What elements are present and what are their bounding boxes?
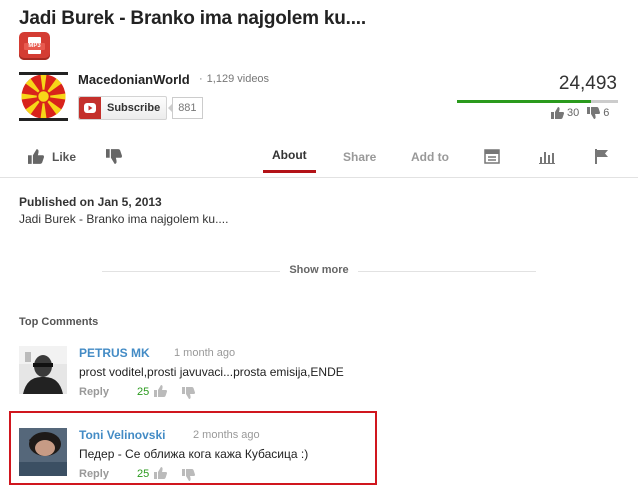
transcript-button[interactable] (484, 140, 500, 173)
macedonian-flag-icon (19, 75, 68, 118)
subscribe-label: Subscribe (107, 102, 161, 114)
top-comments-heading: Top Comments (19, 316, 99, 328)
report-button[interactable] (594, 140, 610, 173)
video-count-text: 1,129 videos (206, 73, 270, 85)
thumb-down-icon (106, 149, 122, 164)
tab-add-to[interactable]: Add to (411, 140, 449, 173)
comment-dislike-button[interactable] (182, 386, 195, 404)
subscribe-group: Subscribe 881 (78, 96, 203, 120)
like-count: 30 (567, 107, 580, 119)
video-count: · 1,129 videos (199, 73, 270, 85)
mp3-badge-icon[interactable]: MP3 (19, 32, 50, 60)
transcript-icon (484, 149, 500, 164)
channel-avatar[interactable] (19, 72, 68, 121)
comment-score: 25 (137, 386, 150, 398)
dislike-button[interactable] (106, 140, 122, 173)
youtube-play-icon (79, 97, 101, 119)
statistics-icon (539, 152, 555, 164)
video-description: Jadi Burek - Branko ima najgolem ku.... (19, 212, 229, 226)
likes-summary: 30 6 (551, 107, 609, 119)
like-button-label: Like (52, 149, 77, 164)
dislike-count: 6 (603, 107, 610, 119)
thumb-up-icon (154, 385, 167, 397)
comment-like-button[interactable] (154, 384, 167, 402)
subscriber-count: 881 (168, 97, 203, 119)
thumb-down-icon (587, 107, 601, 119)
video-title: Jadi Burek - Branko ima najgolem ku.... (19, 8, 366, 29)
comment-author[interactable]: PETRUS MK (79, 346, 150, 360)
thumb-up-icon (28, 149, 44, 164)
published-date: Published on Jan 5, 2013 (19, 195, 162, 209)
statistics-button[interactable] (539, 140, 555, 173)
highlighted-comment-outline (9, 411, 377, 485)
thumb-up-icon (551, 107, 564, 119)
section-divider (0, 177, 638, 178)
channel-name-link[interactable]: MacedonianWorld (78, 72, 190, 87)
comment-avatar[interactable] (19, 346, 67, 394)
like-bar-fill (457, 100, 591, 103)
mp3-badge-label: MP3 (24, 43, 45, 50)
action-bar: Like About Share Add to (0, 140, 638, 173)
thumb-down-icon (182, 387, 195, 399)
comment-item: PETRUS MK 1 month ago prost voditel,pros… (0, 346, 638, 410)
tab-share[interactable]: Share (343, 140, 376, 173)
show-more-button[interactable]: Show more (280, 264, 358, 276)
subscribe-button[interactable]: Subscribe (78, 96, 168, 120)
like-dislike-bar (457, 100, 618, 103)
view-count: 24,493 (558, 73, 617, 94)
flag-icon (595, 149, 608, 164)
like-button[interactable]: Like (28, 140, 76, 173)
comment-time[interactable]: 1 month ago (174, 347, 235, 359)
tab-about[interactable]: About (263, 140, 316, 173)
reply-button[interactable]: Reply (79, 386, 109, 398)
comment-text: prost voditel,prosti javuvaci...prosta e… (79, 365, 344, 379)
